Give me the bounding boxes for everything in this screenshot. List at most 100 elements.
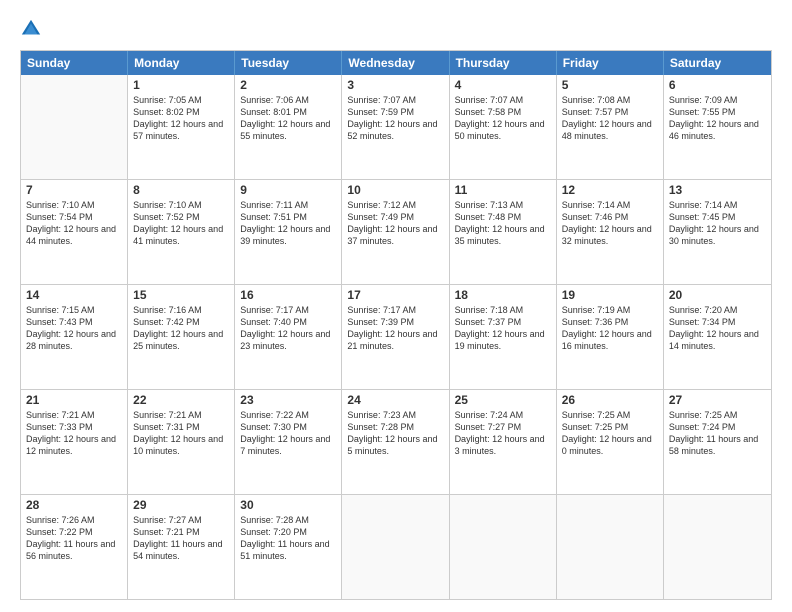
day-cell-8: 8Sunrise: 7:10 AMSunset: 7:52 PMDaylight… xyxy=(128,180,235,284)
sunrise-text: Sunrise: 7:14 AM xyxy=(669,199,766,211)
daylight-text: Daylight: 12 hours and 3 minutes. xyxy=(455,433,551,457)
day-number: 22 xyxy=(133,393,229,407)
sunrise-text: Sunrise: 7:22 AM xyxy=(240,409,336,421)
day-header-saturday: Saturday xyxy=(664,51,771,75)
day-number: 25 xyxy=(455,393,551,407)
day-cell-6: 6Sunrise: 7:09 AMSunset: 7:55 PMDaylight… xyxy=(664,75,771,179)
daylight-text: Daylight: 12 hours and 55 minutes. xyxy=(240,118,336,142)
sunrise-text: Sunrise: 7:27 AM xyxy=(133,514,229,526)
sunset-text: Sunset: 7:52 PM xyxy=(133,211,229,223)
daylight-text: Daylight: 12 hours and 50 minutes. xyxy=(455,118,551,142)
sunset-text: Sunset: 7:43 PM xyxy=(26,316,122,328)
daylight-text: Daylight: 12 hours and 5 minutes. xyxy=(347,433,443,457)
sunset-text: Sunset: 7:31 PM xyxy=(133,421,229,433)
day-number: 7 xyxy=(26,183,122,197)
sunset-text: Sunset: 7:48 PM xyxy=(455,211,551,223)
sunrise-text: Sunrise: 7:05 AM xyxy=(133,94,229,106)
daylight-text: Daylight: 12 hours and 25 minutes. xyxy=(133,328,229,352)
sunset-text: Sunset: 7:21 PM xyxy=(133,526,229,538)
sunrise-text: Sunrise: 7:21 AM xyxy=(133,409,229,421)
sunrise-text: Sunrise: 7:16 AM xyxy=(133,304,229,316)
day-number: 10 xyxy=(347,183,443,197)
day-number: 11 xyxy=(455,183,551,197)
sunrise-text: Sunrise: 7:07 AM xyxy=(455,94,551,106)
day-number: 29 xyxy=(133,498,229,512)
daylight-text: Daylight: 11 hours and 56 minutes. xyxy=(26,538,122,562)
day-cell-23: 23Sunrise: 7:22 AMSunset: 7:30 PMDayligh… xyxy=(235,390,342,494)
day-cell-11: 11Sunrise: 7:13 AMSunset: 7:48 PMDayligh… xyxy=(450,180,557,284)
calendar-header: SundayMondayTuesdayWednesdayThursdayFrid… xyxy=(21,51,771,75)
day-number: 19 xyxy=(562,288,658,302)
day-cell-10: 10Sunrise: 7:12 AMSunset: 7:49 PMDayligh… xyxy=(342,180,449,284)
day-number: 27 xyxy=(669,393,766,407)
sunset-text: Sunset: 7:22 PM xyxy=(26,526,122,538)
day-number: 5 xyxy=(562,78,658,92)
day-number: 8 xyxy=(133,183,229,197)
sunset-text: Sunset: 7:36 PM xyxy=(562,316,658,328)
sunrise-text: Sunrise: 7:15 AM xyxy=(26,304,122,316)
sunrise-text: Sunrise: 7:10 AM xyxy=(26,199,122,211)
daylight-text: Daylight: 12 hours and 12 minutes. xyxy=(26,433,122,457)
day-header-friday: Friday xyxy=(557,51,664,75)
day-cell-14: 14Sunrise: 7:15 AMSunset: 7:43 PMDayligh… xyxy=(21,285,128,389)
day-number: 9 xyxy=(240,183,336,197)
sunset-text: Sunset: 7:55 PM xyxy=(669,106,766,118)
day-number: 21 xyxy=(26,393,122,407)
week-row-0: 1 Sunrise: 7:05 AMSunset: 8:02 PM Daylight… xyxy=(21,75,771,179)
daylight-text: Daylight: 12 hours and 14 minutes. xyxy=(669,328,766,352)
day-cell-30: 30 Sunrise: 7:28 AMSunset: 7:20 PMDayligh… xyxy=(235,495,342,599)
day-cell-4: 4Sunrise: 7:07 AMSunset: 7:58 PMDaylight… xyxy=(450,75,557,179)
sunset-text: Sunset: 7:49 PM xyxy=(347,211,443,223)
sunrise-text: Sunrise: 7:07 AM xyxy=(347,94,443,106)
sunset-text: Sunset: 8:02 PM xyxy=(133,106,229,118)
daylight-text: Daylight: 12 hours and 39 minutes. xyxy=(240,223,336,247)
day-cell-3: 3Sunrise: 7:07 AMSunset: 7:59 PMDaylight… xyxy=(342,75,449,179)
empty-cell-0-0 xyxy=(21,75,128,179)
day-number: 28 xyxy=(26,498,122,512)
daylight-text: Daylight: 12 hours and 32 minutes. xyxy=(562,223,658,247)
day-number: 30 xyxy=(240,498,336,512)
sunrise-text: Sunrise: 7:14 AM xyxy=(562,199,658,211)
daylight-text: Daylight: 12 hours and 46 minutes. xyxy=(669,118,766,142)
logo-icon xyxy=(20,18,42,40)
day-cell-1: 1Sunrise: 7:05 AMSunset: 8:02 PMDaylight… xyxy=(128,75,235,179)
sunset-text: Sunset: 7:27 PM xyxy=(455,421,551,433)
day-cell-28: 28 Sunrise: 7:26 AMSunset: 7:22 PMDayligh… xyxy=(21,495,128,599)
sunset-text: Sunset: 7:24 PM xyxy=(669,421,766,433)
sunrise-text: Sunrise: 7:17 AM xyxy=(347,304,443,316)
sunset-text: Sunset: 7:34 PM xyxy=(669,316,766,328)
day-cell-25: 25Sunrise: 7:24 AMSunset: 7:27 PMDayligh… xyxy=(450,390,557,494)
day-cell-16: 16Sunrise: 7:17 AMSunset: 7:40 PMDayligh… xyxy=(235,285,342,389)
daylight-text: Daylight: 12 hours and 16 minutes. xyxy=(562,328,658,352)
sunrise-text: Sunrise: 7:17 AM xyxy=(240,304,336,316)
day-header-wednesday: Wednesday xyxy=(342,51,449,75)
day-number: 14 xyxy=(26,288,122,302)
daylight-text: Daylight: 12 hours and 30 minutes. xyxy=(669,223,766,247)
day-cell-26: 26Sunrise: 7:25 AMSunset: 7:25 PMDayligh… xyxy=(557,390,664,494)
week-row-4: 28Sunrise: 7:26 AMSunset: 7:22 PMDayligh… xyxy=(21,494,771,599)
day-cell-13: 13Sunrise: 7:14 AMSunset: 7:45 PMDayligh… xyxy=(664,180,771,284)
logo xyxy=(20,18,46,40)
day-header-tuesday: Tuesday xyxy=(235,51,342,75)
sunrise-text: Sunrise: 7:20 AM xyxy=(669,304,766,316)
empty-cell-4-4 xyxy=(450,495,557,599)
day-cell-18: 18Sunrise: 7:18 AMSunset: 7:37 PMDayligh… xyxy=(450,285,557,389)
sunrise-text: Sunrise: 7:26 AM xyxy=(26,514,122,526)
day-number: 16 xyxy=(240,288,336,302)
day-cell-20: 20Sunrise: 7:20 AMSunset: 7:34 PMDayligh… xyxy=(664,285,771,389)
page: SundayMondayTuesdayWednesdayThursdayFrid… xyxy=(0,0,792,612)
daylight-text: Daylight: 11 hours and 51 minutes. xyxy=(240,538,336,562)
sunrise-text: Sunrise: 7:28 AM xyxy=(240,514,336,526)
sunrise-text: Sunrise: 7:08 AM xyxy=(562,94,658,106)
sunset-text: Sunset: 7:45 PM xyxy=(669,211,766,223)
sunset-text: Sunset: 7:20 PM xyxy=(240,526,336,538)
sunrise-text: Sunrise: 7:09 AM xyxy=(669,94,766,106)
day-cell-7: 7Sunrise: 7:10 AMSunset: 7:54 PMDaylight… xyxy=(21,180,128,284)
daylight-text: Daylight: 11 hours and 54 minutes. xyxy=(133,538,229,562)
sunrise-text: Sunrise: 7:18 AM xyxy=(455,304,551,316)
daylight-text: Daylight: 11 hours and 58 minutes. xyxy=(669,433,766,457)
week-row-1: 7Sunrise: 7:10 AMSunset: 7:54 PMDaylight… xyxy=(21,179,771,284)
sunrise-text: Sunrise: 7:25 AM xyxy=(562,409,658,421)
day-number: 1 xyxy=(133,78,229,92)
daylight-text: Daylight: 12 hours and 0 minutes. xyxy=(562,433,658,457)
